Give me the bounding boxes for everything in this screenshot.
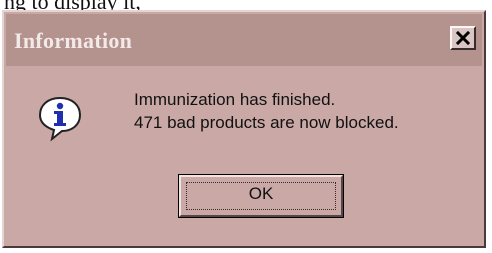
screenshot-page: ng to display it, Information Immunizati… — [0, 0, 492, 253]
close-button[interactable] — [450, 26, 476, 50]
message-line-2: 471 bad products are now blocked. — [134, 113, 399, 132]
close-icon — [456, 31, 470, 45]
information-dialog: Information Immunization has finished. 4… — [2, 10, 486, 248]
dialog-title: Information — [14, 28, 133, 53]
info-icon — [38, 96, 82, 142]
ok-button[interactable]: OK — [178, 174, 344, 218]
message-line-1: Immunization has finished. — [134, 90, 336, 109]
dialog-titlebar[interactable]: Information — [6, 14, 482, 66]
dialog-message: Immunization has finished. 471 bad produ… — [134, 88, 399, 134]
ok-button-label: OK — [248, 184, 274, 203]
